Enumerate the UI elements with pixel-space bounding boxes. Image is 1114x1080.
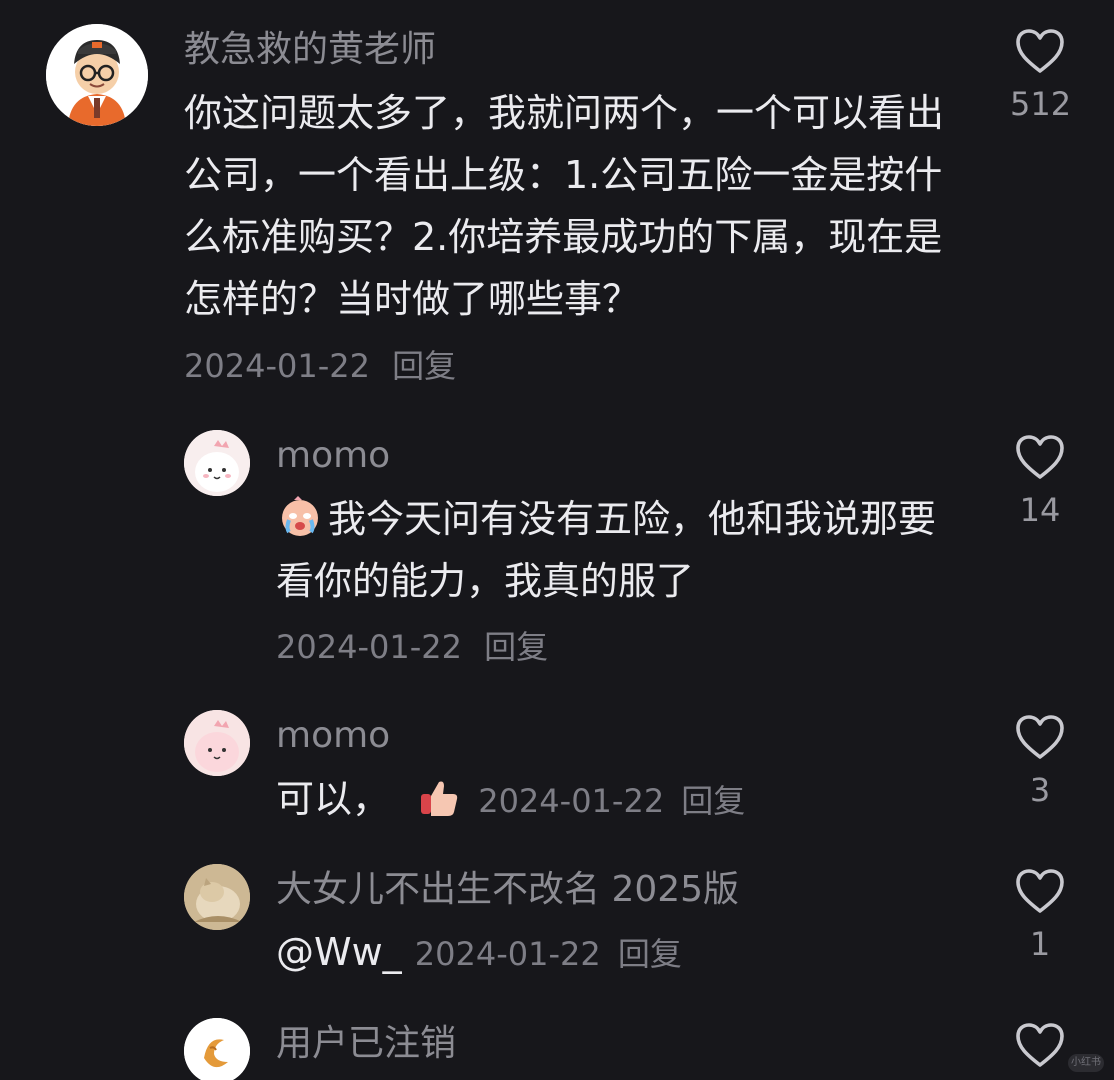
like-count: 1 [1029,925,1051,963]
heart-icon [1016,1023,1064,1067]
like-button[interactable]: 3 [1010,714,1070,810]
watermark: 小红书 [1068,1054,1104,1072]
comment-username[interactable]: momo [276,434,390,478]
comment-username[interactable]: 大女儿不出生不改名 2025版 [276,868,739,912]
like-button[interactable]: 1 [1010,868,1070,964]
comment-body: 我今天问有没有五险，他和我说那要看你的能力，我真的服了 [276,488,956,612]
comment-body: 可以， 2024-01-22 回复 [276,776,745,829]
comment-username[interactable]: 教急救的黄老师 [184,28,436,72]
heart-icon [1016,29,1064,73]
comment-meta: 2024-01-22 回复 [276,627,548,667]
reply-button[interactable]: 回复 [392,347,456,385]
like-button[interactable]: 14 [1010,434,1070,530]
pink-cartoon-avatar-icon[interactable] [184,430,250,496]
mention-link[interactable]: @Ww_ [276,930,402,974]
reply-button[interactable]: 回复 [681,782,745,820]
comment-text: 我今天问有没有五险，他和我说那要看你的能力，我真的服了 [276,497,937,603]
comment-date: 2024-01-22 [414,935,601,973]
reply-button[interactable]: 回复 [618,935,682,973]
comment-date: 2024-01-22 [184,347,370,385]
cat-photo-avatar-icon[interactable] [184,864,250,930]
like-button[interactable]: 512 [1010,28,1072,124]
comment-date: 2024-01-22 [276,628,462,666]
like-button[interactable] [1010,1022,1070,1068]
like-count: 512 [1010,85,1072,123]
comment-username[interactable]: momo [276,714,390,758]
heart-icon [1016,435,1064,479]
like-count: 3 [1029,771,1051,809]
comment-meta: 2024-01-22 回复 [184,346,456,386]
comment-text: 可以， [276,777,391,821]
comment-date: 2024-01-22 [478,782,665,820]
crying-face-emoji-icon [276,492,324,540]
comment-text: 你这问题太多了，我就问两个，一个可以看出公司，一个看出上级：1.公司五险一金是按… [184,91,945,321]
comment-username[interactable]: 用户已注销 [276,1022,456,1066]
like-count: 14 [1019,491,1061,529]
croissant-avatar-icon[interactable] [184,1018,250,1080]
comment-thread: 教急救的黄老师 你这问题太多了，我就问两个，一个可以看出公司，一个看出上级：1.… [0,0,1114,1080]
heart-icon [1016,869,1064,913]
pink-cartoon-avatar-icon[interactable] [184,710,250,776]
comment-body: @Ww_ 2024-01-22 回复 [276,930,682,982]
thumbs-up-emoji-icon [417,776,461,820]
heart-icon [1016,715,1064,759]
teacher-avatar-icon[interactable] [46,24,148,126]
reply-button[interactable]: 回复 [484,628,548,666]
